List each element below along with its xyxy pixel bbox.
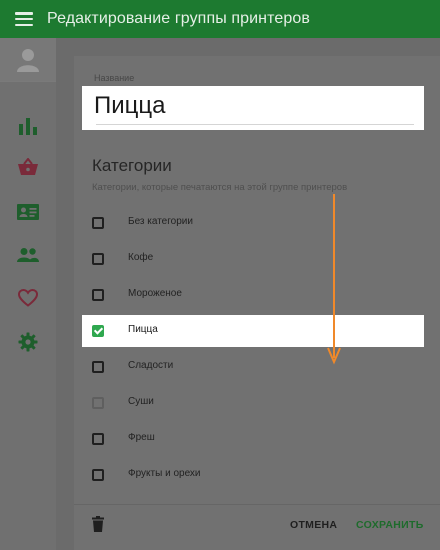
page-title: Редактирование группы принтеров (47, 10, 310, 27)
sidebar-item-staff[interactable] (16, 243, 40, 267)
categories-subtitle: Категории, которые печатаются на этой гр… (92, 182, 348, 193)
cancel-button[interactable]: ОТМЕНА (290, 519, 337, 531)
category-label: Кофе (128, 252, 154, 263)
id-card-icon (17, 204, 39, 220)
app-bar: Редактирование группы принтеров (0, 0, 440, 38)
sidebar-item-settings[interactable] (16, 330, 40, 354)
menu-icon[interactable] (15, 12, 33, 26)
category-row[interactable]: Кофе (74, 243, 440, 275)
category-row[interactable]: Сладости (74, 351, 440, 383)
category-row-selected[interactable]: Пицца (82, 315, 424, 347)
sidebar-item-favorites[interactable] (16, 286, 40, 310)
name-input[interactable]: Пицца (94, 92, 166, 120)
name-input-underline (96, 124, 414, 125)
category-label: Суши (128, 396, 154, 407)
sidebar-item-cards[interactable] (16, 200, 40, 224)
category-checkbox[interactable] (92, 361, 104, 373)
category-label: Фрукты и орехи (128, 468, 201, 479)
categories-title: Категории (92, 156, 172, 175)
trash-icon[interactable] (92, 516, 104, 532)
sidebar (0, 38, 56, 550)
sidebar-item-reports[interactable] (16, 114, 40, 138)
category-label: Сладости (128, 360, 174, 371)
gear-icon (18, 332, 38, 352)
category-checkbox-checked[interactable] (92, 325, 104, 337)
category-label: Пицца (128, 324, 158, 335)
category-checkbox[interactable] (92, 289, 104, 301)
category-checkbox-disabled[interactable] (92, 397, 104, 409)
category-row[interactable]: Суши (74, 387, 440, 419)
category-checkbox[interactable] (92, 217, 104, 229)
annotation-arrow (327, 194, 341, 365)
category-checkbox[interactable] (92, 433, 104, 445)
dialog-footer-divider (74, 504, 440, 505)
avatar[interactable] (0, 38, 56, 82)
save-button[interactable]: СОХРАНИТЬ (356, 519, 424, 531)
category-checkbox[interactable] (92, 253, 104, 265)
basket-icon (18, 158, 38, 175)
edit-printer-group-dialog: Название Пицца Категории Категории, кото… (74, 56, 440, 550)
name-field-label: Название (94, 73, 135, 83)
category-label: Без категории (128, 216, 193, 227)
bar-chart-icon (19, 118, 37, 135)
heart-icon (18, 289, 38, 307)
name-field[interactable]: Пицца (82, 86, 424, 130)
category-row[interactable]: Мороженое (74, 279, 440, 311)
category-checkbox[interactable] (92, 469, 104, 481)
sidebar-item-shop[interactable] (16, 155, 40, 179)
category-row[interactable]: Фрукты и орехи (74, 459, 440, 491)
category-row[interactable]: Фреш (74, 423, 440, 455)
category-label: Фреш (128, 432, 155, 443)
people-icon (17, 248, 39, 262)
user-avatar-icon (17, 48, 39, 72)
category-row[interactable]: Без категории (74, 207, 440, 239)
category-label: Мороженое (128, 288, 182, 299)
